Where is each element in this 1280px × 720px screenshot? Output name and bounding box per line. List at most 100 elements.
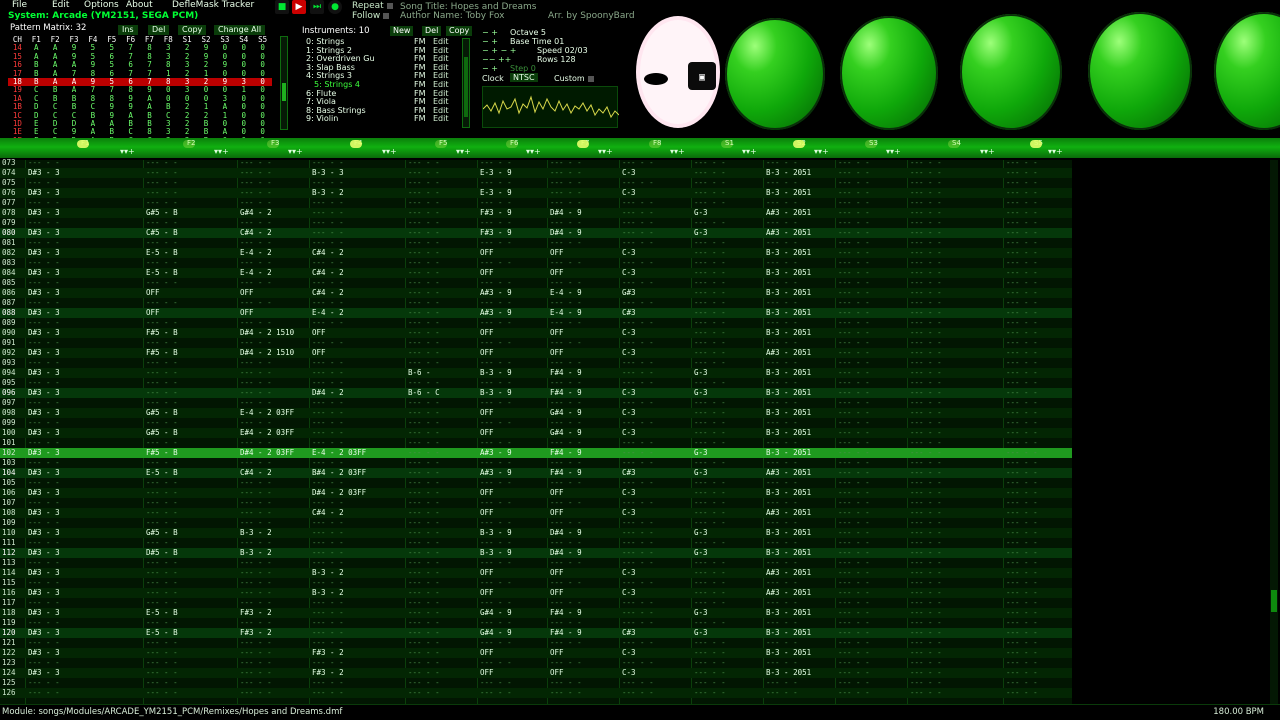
note-cell[interactable]: D#4 - 9 — [550, 228, 582, 238]
empty-cell[interactable]: --- - - — [146, 158, 178, 168]
pattern-matrix-grid[interactable]: CH F1 F2 F3 F4 F5 F6 F7 F8 S1 S2 S3 S4 S5 14 A A 9 5 5 7 8 3 2 9… — [8, 35, 273, 145]
note-cell[interactable]: OFF — [480, 648, 494, 658]
empty-cell[interactable]: --- - - — [910, 338, 942, 348]
pattern-row[interactable]: 105 --- - - --- - - --- - - --- - - --- -… — [0, 478, 1072, 488]
empty-cell[interactable]: --- - - — [408, 338, 440, 348]
empty-cell[interactable]: --- - - — [1006, 248, 1038, 258]
note-cell[interactable]: G-3 — [694, 228, 708, 238]
empty-cell[interactable]: --- - - — [694, 518, 726, 528]
empty-cell[interactable]: --- - - — [766, 178, 798, 188]
empty-cell[interactable]: --- - - — [240, 418, 272, 428]
pattern-scrollbar-thumb[interactable] — [1271, 590, 1277, 612]
empty-cell[interactable]: --- - - — [766, 678, 798, 688]
empty-cell[interactable]: --- - - — [28, 438, 60, 448]
empty-cell[interactable]: --- - - — [28, 258, 60, 268]
empty-cell[interactable]: --- - - — [28, 618, 60, 628]
pattern-row[interactable]: 103 --- - - --- - - --- - - --- - - --- -… — [0, 458, 1072, 468]
empty-cell[interactable]: --- - - — [240, 258, 272, 268]
note-cell[interactable]: E-4 - 9 — [550, 288, 582, 298]
empty-cell[interactable]: --- - - — [910, 158, 942, 168]
empty-cell[interactable]: --- - - — [694, 168, 726, 178]
pattern-row[interactable]: 100 D#3 - 3 G#5 - B E#4 - 2 03FF --- - - ---… — [0, 428, 1072, 438]
pattern-matrix-row[interactable]: 1E E C 9 A B C 8 3 2 B A 0 0 — [8, 127, 272, 136]
empty-cell[interactable]: --- - - — [146, 638, 178, 648]
empty-cell[interactable]: --- - - — [1006, 308, 1038, 318]
empty-cell[interactable]: --- - - — [312, 298, 344, 308]
note-cell[interactable]: D#3 - 3 — [28, 548, 60, 558]
note-cell[interactable]: F#5 - B — [146, 448, 178, 458]
pattern-row[interactable]: 088 D#3 - 3 OFF OFF E-4 - 2 --- - - A#3 - 9 E-… — [0, 308, 1072, 318]
empty-cell[interactable]: --- - - — [480, 278, 512, 288]
note-cell[interactable]: B-6 - C — [408, 388, 440, 398]
empty-cell[interactable]: --- - - — [910, 368, 942, 378]
note-cell[interactable]: F#3 - 2 — [240, 608, 272, 618]
empty-cell[interactable]: --- - - — [622, 518, 654, 528]
empty-cell[interactable]: --- - - — [1006, 328, 1038, 338]
pattern-matrix-row[interactable]: 18 B A A 9 5 6 7 8 3 2 9 3 0 — [8, 77, 273, 87]
note-cell[interactable]: E-3 - 9 — [480, 188, 512, 198]
note-cell[interactable]: E-4 - 9 — [550, 308, 582, 318]
pattern-matrix-row[interactable]: 1C D C C B 9 A B C 2 2 1 0 0 — [8, 111, 272, 120]
note-cell[interactable]: A#3 - 9 — [480, 448, 512, 458]
empty-cell[interactable]: --- - - — [622, 438, 654, 448]
empty-cell[interactable]: --- - - — [28, 418, 60, 428]
note-cell[interactable]: E-5 - B — [146, 268, 178, 278]
note-cell[interactable]: F#4 - 9 — [550, 468, 582, 478]
empty-cell[interactable]: --- - - — [408, 678, 440, 688]
empty-cell[interactable]: --- - - — [408, 268, 440, 278]
empty-cell[interactable]: --- - - — [550, 398, 582, 408]
empty-cell[interactable]: --- - - — [240, 578, 272, 588]
empty-cell[interactable]: --- - - — [766, 158, 798, 168]
empty-cell[interactable]: --- - - — [694, 408, 726, 418]
empty-cell[interactable]: --- - - — [146, 438, 178, 448]
empty-cell[interactable]: --- - - — [408, 328, 440, 338]
empty-cell[interactable]: --- - - — [312, 528, 344, 538]
step-button[interactable]: ⏭ — [310, 0, 324, 14]
pattern-row[interactable]: 089 --- - - --- - - --- - - --- - - --- -… — [0, 318, 1072, 328]
pattern-row[interactable]: 083 --- - - --- - - --- - - --- - - --- -… — [0, 258, 1072, 268]
empty-cell[interactable]: --- - - — [766, 618, 798, 628]
menu-file[interactable]: File — [12, 0, 27, 10]
empty-cell[interactable]: --- - - — [146, 478, 178, 488]
empty-cell[interactable]: --- - - — [240, 538, 272, 548]
note-cell[interactable]: F#4 - 9 — [550, 388, 582, 398]
empty-cell[interactable]: --- - - — [838, 358, 870, 368]
note-cell[interactable]: B-3 - 2051 — [766, 268, 811, 278]
empty-cell[interactable]: --- - - — [622, 578, 654, 588]
empty-cell[interactable]: --- - - — [766, 478, 798, 488]
empty-cell[interactable]: --- - - — [838, 488, 870, 498]
empty-cell[interactable]: --- - - — [28, 578, 60, 588]
empty-cell[interactable]: --- - - — [766, 218, 798, 228]
empty-cell[interactable]: --- - - — [910, 578, 942, 588]
channel-controls[interactable]: ▾▾+ — [814, 147, 829, 156]
empty-cell[interactable]: --- - - — [910, 388, 942, 398]
empty-cell[interactable]: --- - - — [146, 258, 178, 268]
empty-cell[interactable]: --- - - — [240, 238, 272, 248]
empty-cell[interactable]: --- - - — [694, 238, 726, 248]
empty-cell[interactable]: --- - - — [910, 678, 942, 688]
note-cell[interactable]: OFF — [550, 648, 564, 658]
pattern-row[interactable]: 115 --- - - --- - - --- - - --- - - --- -… — [0, 578, 1072, 588]
note-cell[interactable]: C#4 - 2 — [312, 248, 344, 258]
note-cell[interactable]: B-3 - 2051 — [766, 628, 811, 638]
instrument-new-button[interactable]: New — [390, 26, 414, 36]
note-cell[interactable]: C#3 — [622, 628, 636, 638]
note-cell[interactable]: D#3 - 3 — [28, 268, 60, 278]
empty-cell[interactable]: --- - - — [1006, 428, 1038, 438]
note-cell[interactable]: C-3 — [622, 248, 636, 258]
empty-cell[interactable]: --- - - — [312, 438, 344, 448]
pattern-row[interactable]: 104 D#3 - 3 E-5 - B C#4 - 2 B#4 - 2 03FF --- … — [0, 468, 1072, 478]
pattern-row[interactable]: 090 D#3 - 3 F#5 - B D#4 - 2 1510 OFF --- - - … — [0, 328, 1072, 338]
empty-cell[interactable]: --- - - — [312, 688, 344, 698]
note-cell[interactable]: OFF — [550, 668, 564, 678]
pattern-row[interactable]: 120 D#3 - 3 E-5 - B F#3 - 2 --- - - --- - - … — [0, 628, 1072, 638]
empty-cell[interactable]: --- - - — [408, 658, 440, 668]
empty-cell[interactable]: --- - - — [408, 228, 440, 238]
empty-cell[interactable]: --- - - — [1006, 658, 1038, 668]
empty-cell[interactable]: --- - - — [28, 358, 60, 368]
note-cell[interactable]: D#3 - 3 — [28, 308, 60, 318]
empty-cell[interactable]: --- - - — [838, 238, 870, 248]
empty-cell[interactable]: --- - - — [240, 398, 272, 408]
empty-cell[interactable]: --- - - — [1006, 558, 1038, 568]
empty-cell[interactable]: --- - - — [838, 558, 870, 568]
